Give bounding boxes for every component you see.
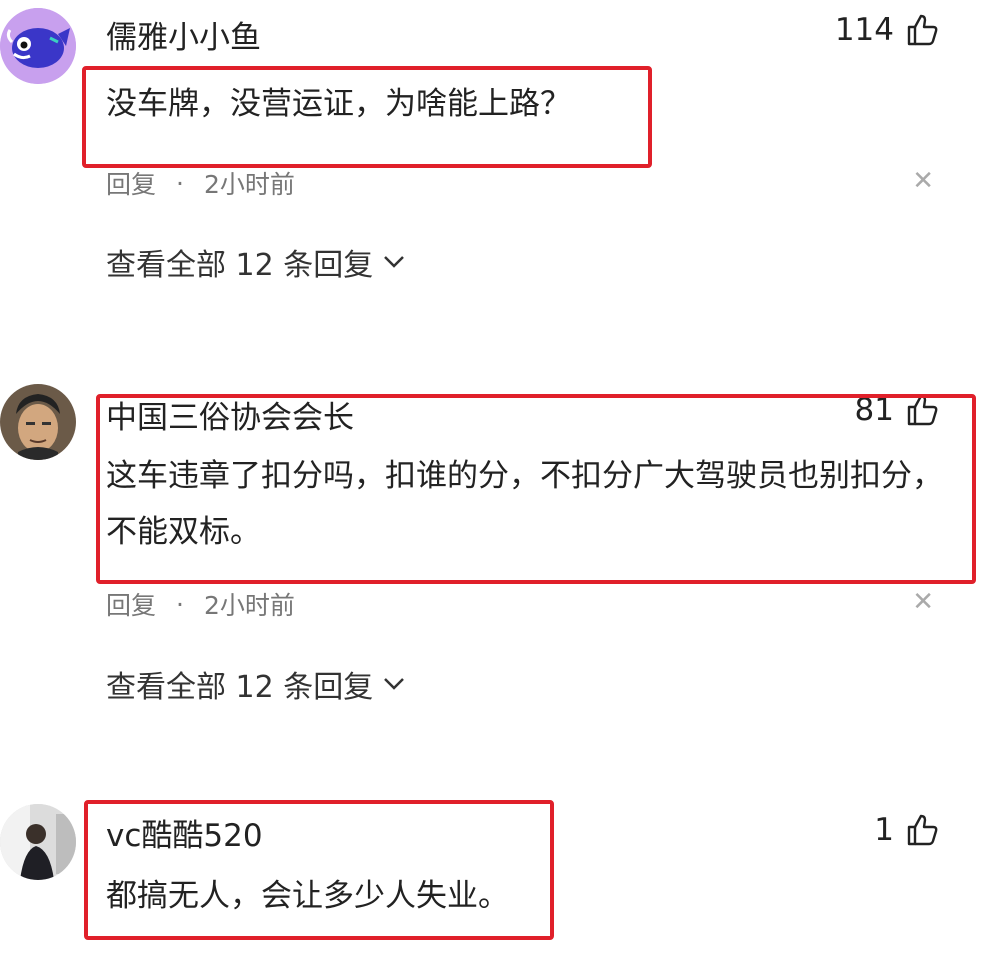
like-button[interactable]: 114: [835, 12, 940, 48]
close-icon[interactable]: ✕: [912, 166, 934, 196]
person-photo-avatar-icon[interactable]: [0, 804, 76, 880]
chevron-down-icon: [384, 678, 405, 690]
fish-avatar-icon[interactable]: [0, 8, 76, 84]
thumbs-up-icon[interactable]: [906, 13, 940, 47]
like-count: 1: [874, 812, 894, 848]
man-portrait-avatar-icon[interactable]: [0, 384, 76, 460]
highlight-box: [82, 66, 652, 168]
like-button[interactable]: 1: [874, 812, 940, 848]
view-all-label: 查看全部 12 条回复: [106, 248, 374, 283]
thumbs-up-icon[interactable]: [906, 813, 940, 847]
view-all-label: 查看全部 12 条回复: [106, 670, 374, 705]
like-count: 114: [834, 12, 894, 48]
comment-time: 2小时前: [203, 170, 295, 199]
comment-meta: 回复 · 2小时前: [106, 586, 295, 622]
comment-meta: 回复 · 2小时前: [106, 165, 295, 201]
reply-button[interactable]: 回复: [106, 165, 156, 201]
separator-dot: ·: [176, 589, 184, 619]
close-icon[interactable]: ✕: [912, 587, 934, 617]
comment-username[interactable]: 儒雅小小鱼: [106, 12, 261, 57]
separator-dot: ·: [176, 168, 184, 198]
comment-time: 2小时前: [203, 591, 295, 620]
chevron-down-icon: [384, 256, 405, 268]
highlight-box: [84, 800, 554, 940]
view-all-replies-button[interactable]: 查看全部 12 条回复: [106, 240, 405, 284]
highlight-box: [96, 394, 976, 584]
reply-button[interactable]: 回复: [106, 586, 156, 622]
view-all-replies-button[interactable]: 查看全部 12 条回复: [106, 662, 405, 706]
